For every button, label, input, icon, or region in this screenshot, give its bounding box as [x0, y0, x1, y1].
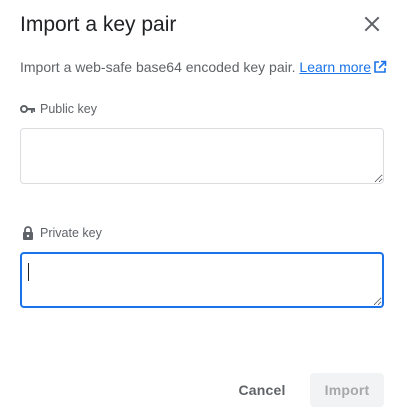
import-key-pair-dialog: Import a key pair Import a web-safe base… — [0, 0, 403, 415]
private-key-input[interactable] — [20, 252, 384, 308]
public-key-input[interactable] — [20, 128, 384, 184]
private-key-label: Private key — [40, 226, 102, 240]
cancel-button[interactable]: Cancel — [227, 373, 297, 407]
close-icon — [364, 16, 380, 32]
key-icon — [20, 101, 36, 117]
public-key-label-row: Public key — [20, 101, 97, 117]
private-key-label-row: Private key — [20, 225, 102, 241]
description-text: Import a web-safe base64 encoded key pai… — [20, 59, 300, 75]
public-key-label: Public key — [40, 102, 97, 116]
import-button[interactable]: Import — [310, 373, 384, 407]
text-caret — [28, 263, 29, 281]
dialog-title: Import a key pair — [20, 13, 177, 36]
external-link-icon — [374, 60, 387, 73]
learn-more-label: Learn more — [299, 59, 371, 75]
lock-icon — [20, 225, 36, 241]
dialog-description: Import a web-safe base64 encoded key pai… — [20, 58, 390, 76]
learn-more-link[interactable]: Learn more — [299, 59, 387, 75]
close-button[interactable] — [360, 12, 384, 36]
